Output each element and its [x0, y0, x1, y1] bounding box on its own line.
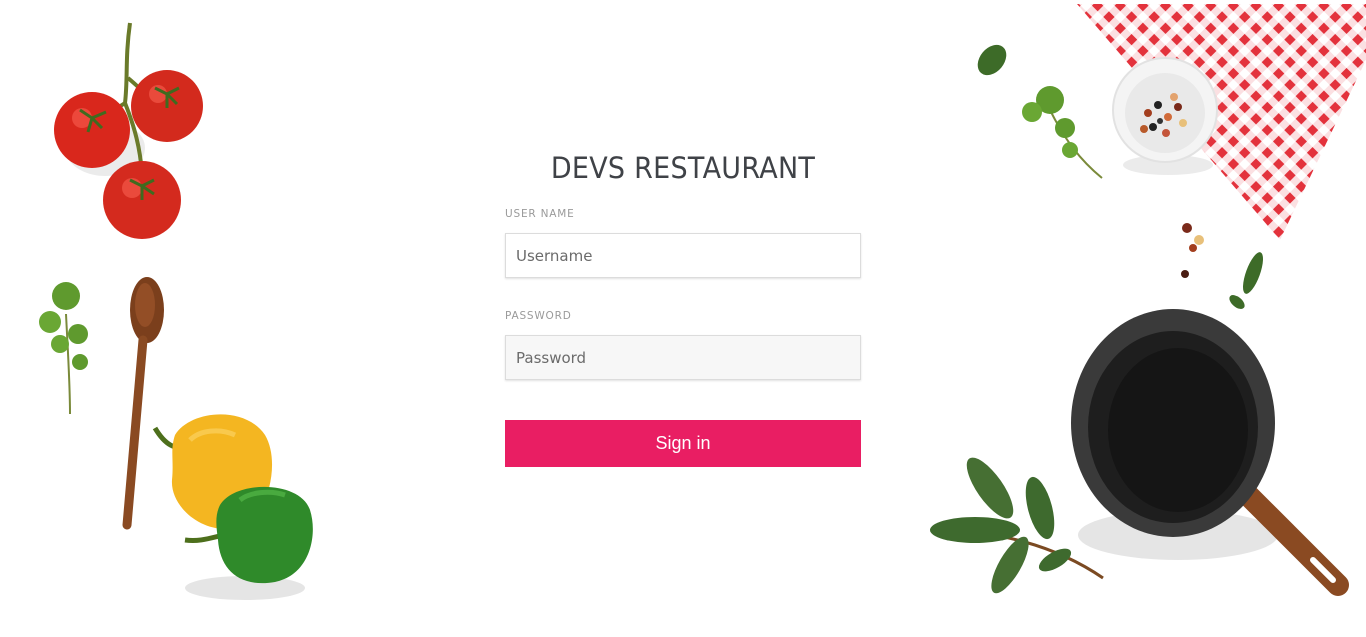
- page-title: DEVS RESTAURANT: [550, 151, 816, 185]
- password-label: PASSWORD: [505, 310, 572, 322]
- parsley-sprig-image: [36, 274, 96, 419]
- tomato-vine-image: [40, 18, 220, 253]
- login-form: DEVS RESTAURANT USER NAME PASSWORD Sign …: [505, 150, 861, 467]
- spice-seeds-image: [1175, 218, 1270, 313]
- password-input[interactable]: [505, 335, 861, 380]
- basil-sprig-image: [970, 40, 1110, 185]
- pepper-bowl-image: [1108, 45, 1223, 180]
- username-label: USER NAME: [505, 208, 575, 220]
- peppers-image: [150, 410, 320, 605]
- username-input[interactable]: [505, 233, 861, 278]
- frying-pan-image: [1058, 305, 1358, 605]
- sign-in-button[interactable]: Sign in: [505, 420, 861, 467]
